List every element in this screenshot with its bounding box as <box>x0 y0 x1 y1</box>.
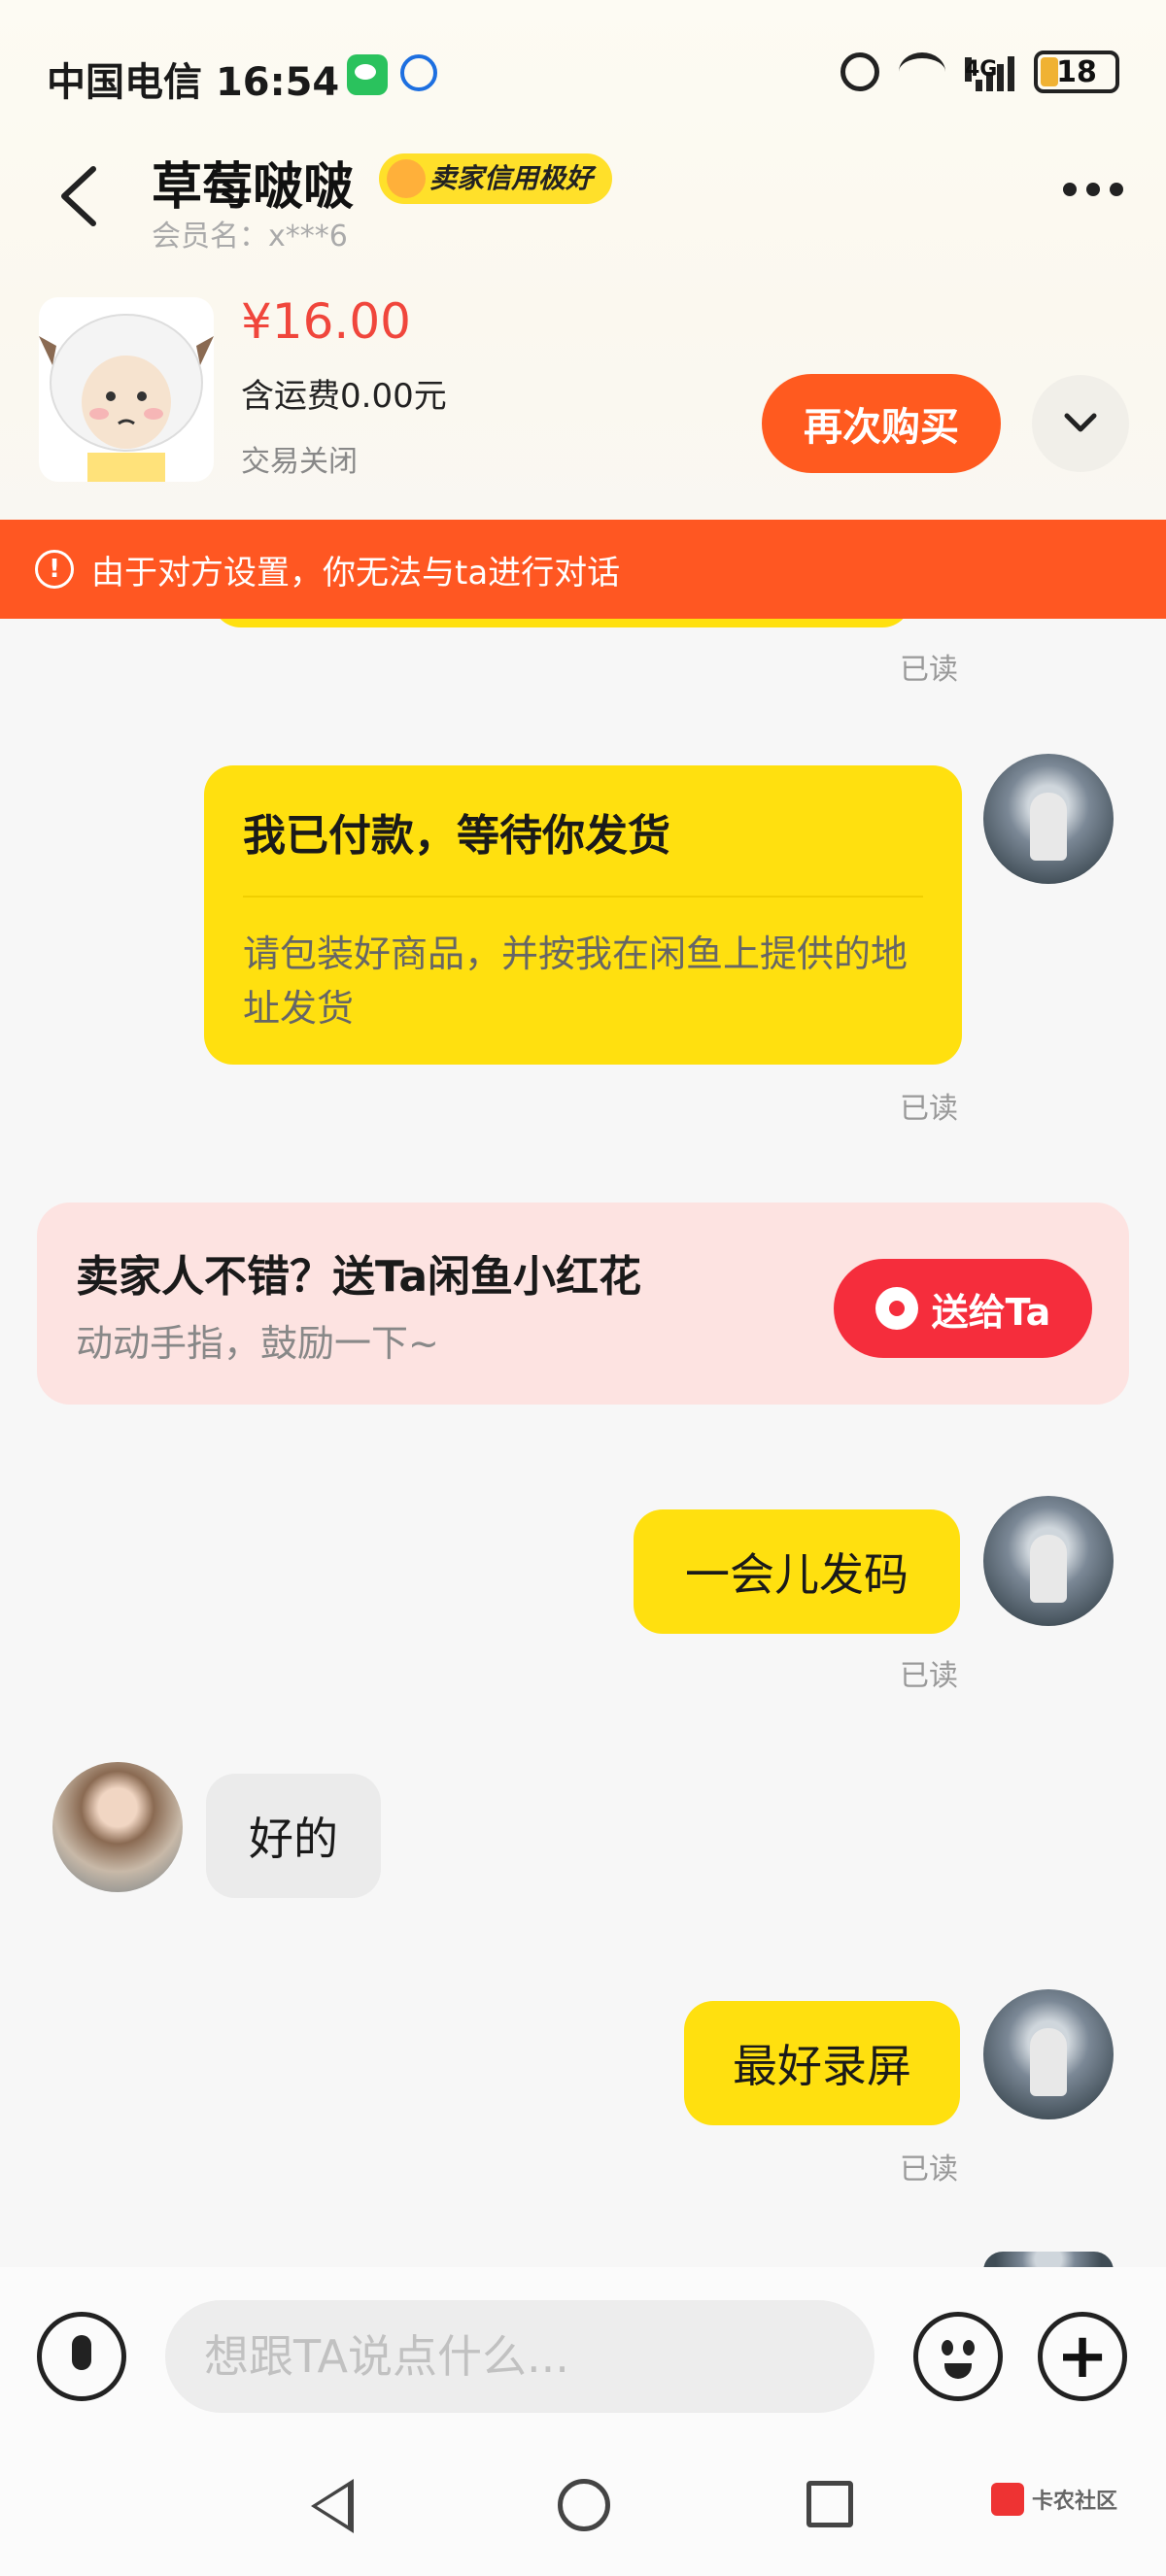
flower-card-title: 卖家人不错？送Ta闲鱼小红花 <box>76 1252 642 1302</box>
warning-text: 由于对方设置，你无法与ta进行对话 <box>91 553 621 593</box>
rebuy-button[interactable]: 再次购买 <box>762 374 1001 473</box>
order-status-card[interactable]: 我已付款，等待你发货 请包装好商品，并按我在闲鱼上提供的地址发货 <box>204 765 962 1065</box>
send-flower-button[interactable]: 送给Ta <box>834 1259 1092 1358</box>
battery-icon: 18 <box>1034 51 1119 93</box>
smiley-icon <box>944 2363 972 2379</box>
watermark: 卡农社区 <box>991 2483 1117 2516</box>
message-bubble-mine[interactable]: 最好录屏 <box>684 2001 960 2125</box>
flower-card: 卖家人不错？送Ta闲鱼小红花 动动手指，鼓励一下~ 送给Ta <box>37 1203 1129 1405</box>
send-flower-label: 送给Ta <box>931 1290 1051 1334</box>
credit-badge[interactable]: 卖家信用极好 <box>379 153 613 204</box>
flower-icon <box>874 1287 918 1330</box>
product-image[interactable] <box>39 297 214 482</box>
wechat-icon <box>347 54 388 95</box>
network-type: 4G <box>965 57 998 82</box>
read-receipt: 已读 <box>900 1659 958 1693</box>
expand-button[interactable] <box>1032 375 1129 472</box>
message-text: 最好录屏 <box>733 2040 911 2092</box>
more-icon[interactable] <box>1063 183 1123 196</box>
signal-icon: 4G <box>965 52 1014 91</box>
read-receipt: 已读 <box>900 2152 958 2186</box>
status-bar: 中国电信 16:54 4G 18 <box>0 0 1166 146</box>
my-avatar[interactable] <box>983 1496 1114 1626</box>
message-bubble-theirs[interactable]: 好的 <box>206 1774 381 1898</box>
input-bar: + <box>0 2267 1166 2442</box>
microphone-icon <box>72 2335 91 2370</box>
message-text: 一会儿发码 <box>685 1548 909 1601</box>
member-id: 会员名：x***6 <box>152 220 348 254</box>
order-card-title: 我已付款，等待你发货 <box>243 811 670 861</box>
message-bubble-mine[interactable]: 一会儿发码 <box>634 1509 960 1634</box>
message-input[interactable] <box>165 2300 874 2413</box>
credit-badge-label: 卖家信用极好 <box>429 162 594 194</box>
read-receipt: 已读 <box>900 1092 958 1126</box>
alarm-icon <box>840 52 879 91</box>
status-carrier-time: 中国电信 16:54 <box>47 51 339 107</box>
flower-card-subtitle: 动动手指，鼓励一下~ <box>76 1322 439 1365</box>
watermark-logo <box>991 2483 1024 2516</box>
carrier-name: 中国电信 <box>47 60 202 105</box>
voice-button[interactable] <box>37 2312 126 2401</box>
shipping-fee: 含运费0.00元 <box>241 377 447 416</box>
back-arrow-icon[interactable] <box>54 165 105 227</box>
price: ¥16.00 <box>241 293 411 350</box>
nav-home-icon[interactable] <box>558 2479 610 2531</box>
seller-name[interactable]: 草莓啵啵 <box>152 146 354 219</box>
chat-blocked-banner: ! 由于对方设置，你无法与ta进行对话 <box>0 520 1166 619</box>
order-status: 交易关闭 <box>241 445 358 479</box>
heart-eyes-icon <box>387 159 426 198</box>
plus-button[interactable]: + <box>1038 2312 1127 2401</box>
nav-back-icon[interactable] <box>311 2479 354 2533</box>
divider <box>243 896 923 898</box>
warning-icon: ! <box>35 550 74 589</box>
my-avatar[interactable] <box>983 754 1114 884</box>
read-receipt: 已读 <box>900 653 958 687</box>
clock: 16:54 <box>215 60 340 105</box>
order-card-desc: 请包装好商品，并按我在闲鱼上提供的地址发货 <box>243 932 909 1030</box>
app-notification-icon <box>400 54 437 91</box>
system-nav-bar: 卡农社区 <box>0 2442 1166 2576</box>
seller-avatar[interactable] <box>52 1762 183 1892</box>
wifi-icon <box>899 52 945 91</box>
my-avatar[interactable] <box>983 1989 1114 2119</box>
emoji-button[interactable] <box>913 2312 1003 2401</box>
battery-level: 18 <box>1056 54 1097 89</box>
nav-recents-icon[interactable] <box>806 2481 853 2527</box>
watermark-text: 卡农社区 <box>1032 2490 1118 2514</box>
status-right: 4G 18 <box>840 51 1119 93</box>
chevron-down-icon <box>1064 413 1097 432</box>
message-text: 好的 <box>249 1813 338 1865</box>
sheep-illustration <box>39 314 214 482</box>
